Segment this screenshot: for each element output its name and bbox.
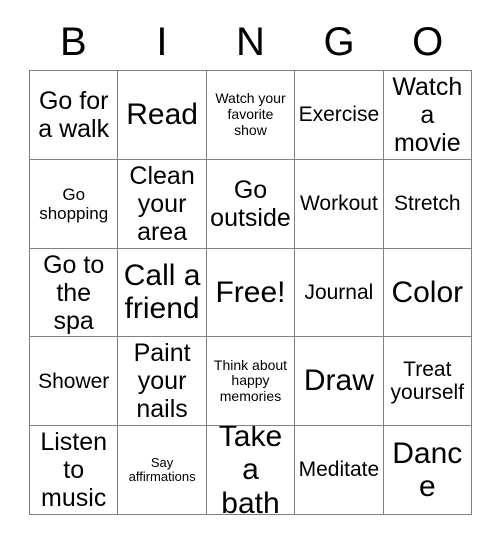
- bingo-cell-g4[interactable]: Draw: [295, 337, 384, 427]
- bingo-cell-label: Say affirmations: [128, 454, 196, 485]
- bingo-cell-label: Read: [126, 98, 198, 132]
- bingo-cell-i4[interactable]: Paint your nails: [118, 337, 207, 427]
- bingo-cell-g1[interactable]: Exercise: [295, 71, 384, 160]
- bingo-cell-label: Go outside: [210, 175, 291, 232]
- bingo-cell-o4[interactable]: Treat yourself: [383, 337, 472, 427]
- bingo-cell-label: Watch your favorite show: [215, 90, 286, 138]
- bingo-cell-label: Clean your area: [129, 161, 195, 246]
- bingo-grid: Go for a walk Read Watch your favorite s…: [29, 70, 472, 515]
- bingo-header-row: B I N G O: [29, 14, 472, 70]
- bingo-cell-o1[interactable]: Watch a movie: [383, 71, 472, 160]
- bingo-cell-label: Listen to music: [40, 428, 108, 513]
- header-letter-o: O: [412, 20, 444, 64]
- header-letter-g: G: [323, 20, 355, 64]
- bingo-cell-label: Take a bath: [218, 426, 283, 515]
- bingo-cell-o5[interactable]: Dance: [383, 426, 472, 515]
- bingo-cell-label: Go for a walk: [38, 86, 110, 143]
- bingo-cell-i5[interactable]: Say affirmations: [118, 426, 207, 515]
- bingo-cell-n5[interactable]: Take a bath: [206, 426, 296, 515]
- bingo-cell-label: Free!: [215, 275, 286, 309]
- bingo-cell-label: Go shopping: [39, 184, 109, 223]
- bingo-cell-label: Stretch: [394, 191, 461, 215]
- bingo-cell-n4[interactable]: Think about happy memories: [206, 337, 296, 427]
- bingo-cell-b5[interactable]: Listen to music: [30, 426, 119, 515]
- bingo-cell-label: Shower: [38, 369, 110, 393]
- bingo-cell-label: Draw: [303, 364, 374, 398]
- bingo-cell-label: Call a friend: [123, 258, 201, 326]
- bingo-card: B I N G O Go for a walk Read Watch your …: [0, 0, 500, 544]
- bingo-cell-n1[interactable]: Watch your favorite show: [206, 71, 296, 160]
- bingo-cell-label: Color: [391, 275, 464, 309]
- header-letter-i: I: [156, 20, 168, 64]
- bingo-cell-label: Paint your nails: [133, 339, 191, 424]
- bingo-cell-b4[interactable]: Shower: [30, 337, 119, 427]
- bingo-cell-label: Think about happy memories: [213, 356, 288, 405]
- bingo-cell-g3[interactable]: Journal: [295, 248, 384, 338]
- bingo-cell-i3[interactable]: Call a friend: [118, 248, 207, 338]
- bingo-cell-label: Meditate: [298, 458, 380, 482]
- bingo-cell-o3[interactable]: Color: [383, 248, 472, 338]
- bingo-cell-g2[interactable]: Workout: [295, 159, 384, 249]
- bingo-cell-label: Treat yourself: [390, 357, 465, 405]
- bingo-cell-label: Workout: [299, 191, 378, 215]
- bingo-cell-b1[interactable]: Go for a walk: [30, 71, 119, 160]
- bingo-cell-n2[interactable]: Go outside: [206, 159, 296, 249]
- bingo-cell-label: Watch a movie: [392, 72, 463, 157]
- bingo-cell-g5[interactable]: Meditate: [295, 426, 384, 515]
- header-letter-b: B: [59, 20, 87, 64]
- bingo-cell-free-space[interactable]: Free!: [206, 248, 296, 338]
- bingo-cell-o2[interactable]: Stretch: [383, 159, 472, 249]
- bingo-cell-label: Dance: [392, 436, 463, 504]
- bingo-cell-i1[interactable]: Read: [118, 71, 207, 160]
- bingo-cell-label: Journal: [304, 280, 374, 304]
- bingo-cell-i2[interactable]: Clean your area: [118, 159, 207, 249]
- bingo-cell-b2[interactable]: Go shopping: [30, 159, 119, 249]
- bingo-cell-b3[interactable]: Go to the spa: [30, 248, 119, 338]
- bingo-cell-label: Go to the spa: [43, 250, 105, 335]
- bingo-cell-label: Exercise: [298, 103, 380, 127]
- header-letter-n: N: [236, 20, 265, 64]
